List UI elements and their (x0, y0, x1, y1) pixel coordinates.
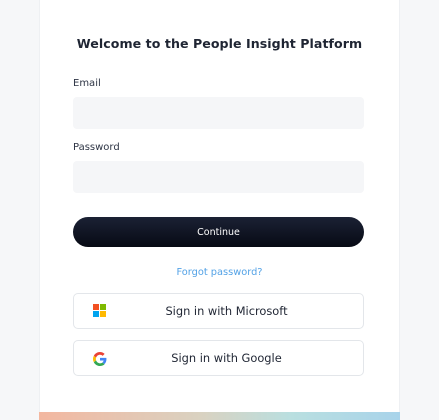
sign-in-google-button[interactable]: Sign in with Google (73, 340, 364, 376)
google-button-label: Sign in with Google (171, 351, 282, 365)
sign-in-microsoft-button[interactable]: Sign in with Microsoft (73, 293, 364, 329)
forgot-password-link[interactable]: Forgot password? (40, 267, 399, 278)
microsoft-button-label: Sign in with Microsoft (165, 304, 288, 318)
microsoft-logo-icon (93, 304, 107, 318)
google-logo-icon (93, 351, 107, 366)
login-card: Welcome to the People Insight Platform E… (39, 0, 400, 412)
password-label: Password (73, 142, 120, 153)
page-title: Welcome to the People Insight Platform (76, 36, 363, 51)
continue-button[interactable]: Continue (73, 217, 364, 247)
password-field[interactable] (73, 161, 364, 193)
email-field[interactable] (73, 97, 364, 129)
decorative-gradient-bar (39, 412, 400, 420)
email-label: Email (73, 78, 101, 89)
